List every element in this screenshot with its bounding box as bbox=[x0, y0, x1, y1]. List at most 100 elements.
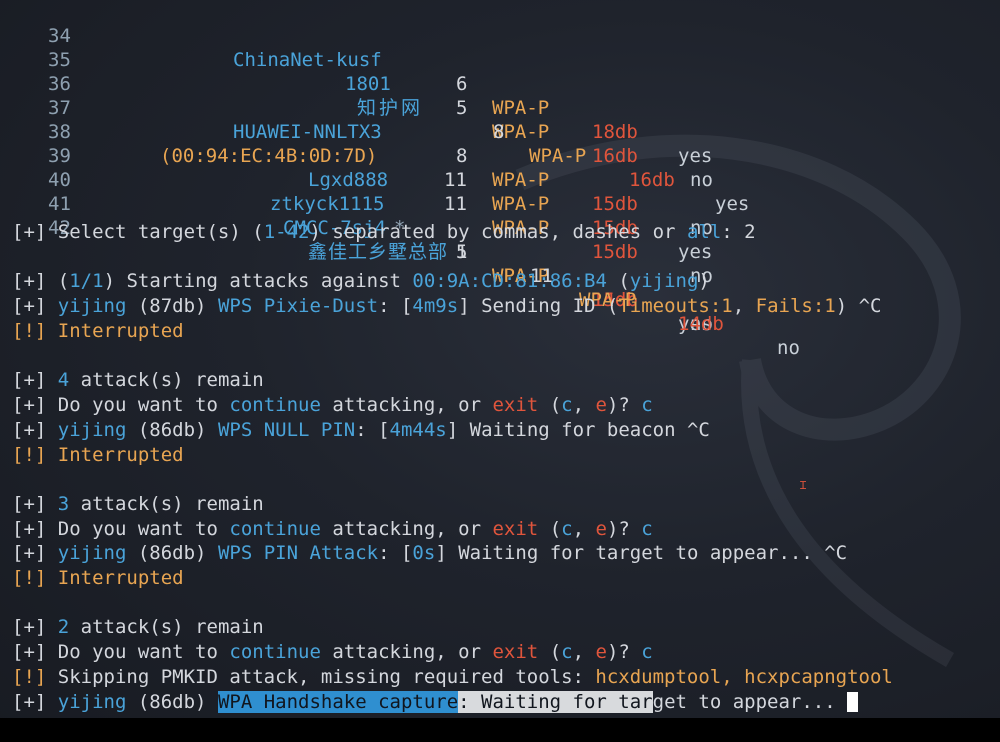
timeouts: Timeouts:1 bbox=[618, 295, 733, 317]
table-row[interactable]: 40 ztkyck1115 * 1 WPA-P 15db no bbox=[0, 144, 1000, 335]
null-pin-line: [+] yijing (86db) WPS NULL PIN: [4m44s] … bbox=[12, 418, 710, 442]
text: ] Waiting for target to appear... ^C bbox=[435, 542, 848, 564]
plus-prefix: [+] bbox=[12, 369, 47, 391]
range: 1-42 bbox=[263, 221, 310, 243]
text: , bbox=[572, 641, 596, 663]
plus-prefix: [+] bbox=[12, 518, 47, 540]
text: Do you want to bbox=[57, 641, 230, 663]
interrupted-line: [!] Interrupted bbox=[12, 566, 184, 590]
continue-word: continue bbox=[229, 641, 321, 663]
bssid: 00:9A:CD:81:86:B4 bbox=[412, 270, 607, 292]
table-row[interactable]: 36 知护网 8 WPA-P 16db yes bbox=[0, 48, 1000, 215]
text: ( bbox=[538, 641, 562, 663]
table-row[interactable]: 35 1801 5 WPA-P 16db no bbox=[0, 24, 1000, 191]
text: ) ^C bbox=[835, 295, 882, 317]
count: 3 bbox=[57, 493, 70, 515]
text: ( bbox=[606, 270, 630, 292]
essid: yijing bbox=[57, 295, 127, 317]
power: (86db) bbox=[126, 691, 218, 713]
exit-word: exit bbox=[492, 641, 539, 663]
attack-name-selected[interactable]: WPA Handshake capture bbox=[217, 691, 459, 713]
text: , bbox=[732, 295, 756, 317]
c-option: c bbox=[561, 641, 573, 663]
essid: yijing bbox=[57, 419, 127, 441]
remain-line: [+] 2 attack(s) remain bbox=[12, 615, 264, 639]
text: : [ bbox=[355, 419, 390, 441]
essid: yijing bbox=[629, 270, 699, 292]
continue-word: continue bbox=[229, 518, 321, 540]
pmkid-skip-line: [!] Skipping PMKID attack, missing requi… bbox=[12, 665, 893, 689]
interrupted-line: [!] Interrupted bbox=[12, 443, 184, 467]
input-value: c bbox=[641, 394, 653, 416]
plus-prefix: [+] bbox=[12, 394, 47, 416]
terminal-cursor bbox=[847, 692, 859, 712]
timer: 4m9s bbox=[412, 295, 459, 317]
bang-prefix: [!] bbox=[12, 567, 47, 589]
remain-line: [+] 4 attack(s) remain bbox=[12, 368, 264, 392]
text: Do you want to bbox=[57, 394, 230, 416]
attack-name: WPS PIN Attack bbox=[217, 542, 379, 564]
text: ] Sending ID ( bbox=[458, 295, 619, 317]
timer: 0s bbox=[412, 542, 436, 564]
text: ( bbox=[538, 518, 562, 540]
table-row[interactable]: 34 ChinaNet-kusf 6 WPA-P 18db yes bbox=[0, 0, 1000, 167]
text: attacking, or bbox=[320, 394, 493, 416]
continue-prompt-line: [+] Do you want to continue attacking, o… bbox=[12, 517, 653, 541]
plus-prefix: [+] bbox=[12, 493, 47, 515]
bottom-bar bbox=[0, 718, 1000, 742]
text: )? bbox=[606, 518, 642, 540]
handshake-line[interactable]: [+] yijing (86db) WPA Handshake capture:… bbox=[12, 690, 859, 714]
bang-prefix: [!] bbox=[12, 320, 47, 342]
fails: Fails:1 bbox=[755, 295, 836, 317]
power: (86db) bbox=[126, 542, 218, 564]
text: , bbox=[572, 394, 596, 416]
plus-prefix: [+] bbox=[12, 542, 47, 564]
text: attack(s) remain bbox=[69, 369, 264, 391]
table-row[interactable]: 37 HUAWEI-NNLTX3 8 WPA-P 15db no bbox=[0, 72, 1000, 239]
plus-prefix: [+] bbox=[12, 616, 47, 638]
bang-prefix: [!] bbox=[12, 444, 47, 466]
text: attack(s) remain bbox=[69, 493, 264, 515]
table-row[interactable]: 41 CMCC-7sj4 5 WPA-P 14db yes bbox=[0, 168, 1000, 335]
interrupted-line: [!] Interrupted bbox=[12, 319, 184, 343]
c-option: c bbox=[561, 518, 573, 540]
text: Select target(s) ( bbox=[57, 221, 264, 243]
exit-word: exit bbox=[492, 394, 539, 416]
text: attacking, or bbox=[320, 518, 493, 540]
exit-word: exit bbox=[492, 518, 539, 540]
text: ) bbox=[698, 270, 710, 292]
text: Do you want to bbox=[57, 518, 230, 540]
all-option: all bbox=[686, 221, 722, 243]
plus-prefix: [+] bbox=[12, 641, 47, 663]
text: ] Waiting for beacon ^C bbox=[446, 419, 710, 441]
input-value: c bbox=[641, 641, 653, 663]
text: )? bbox=[606, 394, 642, 416]
timer: 4m44s bbox=[389, 419, 447, 441]
text: attacking, or bbox=[320, 641, 493, 663]
power: (87db) bbox=[126, 295, 218, 317]
text: : [ bbox=[378, 295, 413, 317]
continue-word: continue bbox=[229, 394, 321, 416]
text: )? bbox=[606, 641, 642, 663]
terminal-window[interactable]: 34 ChinaNet-kusf 6 WPA-P 18db yes 35 180… bbox=[0, 0, 1000, 718]
essid: yijing bbox=[57, 691, 127, 713]
interrupted-text: Interrupted bbox=[57, 320, 184, 342]
attack-name: WPS Pixie-Dust bbox=[217, 295, 379, 317]
start-line: [+] (1/1) Starting attacks against 00:9A… bbox=[12, 269, 710, 293]
missing-tools: hcxdumptool, hcxpcapngtool bbox=[595, 666, 893, 688]
plus-prefix: [+] bbox=[12, 419, 47, 441]
plus-prefix: [+] bbox=[12, 295, 47, 317]
text: ) separated by commas, dashes or bbox=[309, 221, 687, 243]
table-row[interactable]: 42 鑫佳工乡墅总部 11 WPA-P 14db no bbox=[0, 192, 1000, 359]
text: ( bbox=[57, 270, 70, 292]
e-option: e bbox=[595, 518, 607, 540]
text: ) Starting attacks against bbox=[103, 270, 413, 292]
attack-name: WPS NULL PIN bbox=[217, 419, 356, 441]
count: 2 bbox=[57, 616, 70, 638]
table-row[interactable]: 39 Lgxd888 11 WPA-P 15db no bbox=[0, 120, 1000, 287]
selected-text[interactable]: : Waiting for tar bbox=[458, 691, 653, 713]
continue-prompt-line: [+] Do you want to continue attacking, o… bbox=[12, 640, 653, 664]
text: attack(s) remain bbox=[69, 616, 264, 638]
bang-prefix: [!] bbox=[12, 666, 47, 688]
table-row[interactable]: 38 (00:94:EC:4B:0D:7D) 11 WPA-P 15db yes bbox=[0, 96, 1000, 263]
